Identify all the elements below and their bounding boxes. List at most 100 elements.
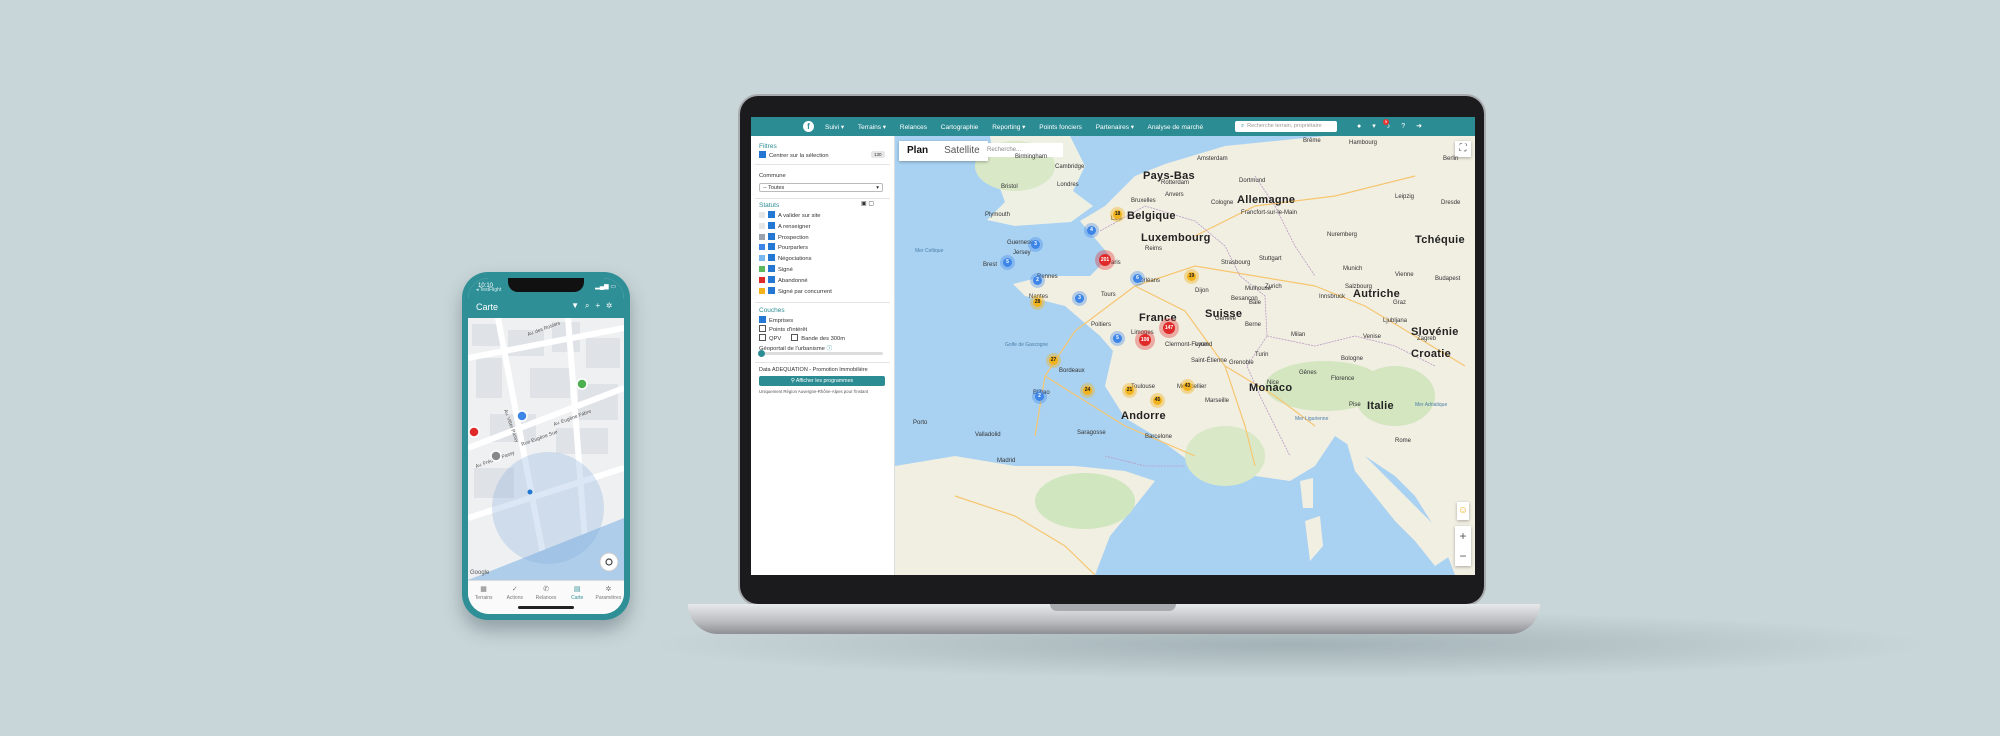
marker-blue	[516, 410, 528, 422]
country-label: Andorre	[1121, 410, 1166, 422]
status-item[interactable]: Négociations	[759, 254, 832, 265]
map-cluster[interactable]: 201	[1099, 254, 1111, 266]
status-item[interactable]: A renseigner	[759, 221, 832, 233]
qpv-row[interactable]: QPV Bande des 300m	[759, 334, 845, 342]
map-type-plan[interactable]: Plan	[899, 141, 936, 161]
centrer-checkbox-row[interactable]: Centrer sur la sélection	[759, 151, 829, 159]
phone-map[interactable]: Rue Eugène Sue Av. des Rosiers Av. Frédé…	[468, 318, 624, 580]
tab-parametres[interactable]: ✲ Paramètres	[593, 581, 624, 614]
checkbox[interactable]	[759, 325, 766, 332]
opacity-slider[interactable]	[758, 350, 883, 357]
menu-partenaires[interactable]: Partenaires ▾	[1096, 124, 1134, 131]
menu-relances[interactable]: Relances	[900, 124, 927, 131]
add-icon[interactable]: +	[596, 301, 607, 310]
couche-item[interactable]: Emprises	[759, 316, 793, 324]
city-label: Budapest	[1435, 276, 1461, 282]
city-label: Zagreb	[1417, 336, 1437, 342]
menu-suivi[interactable]: Suivi ▾	[825, 124, 844, 131]
checkbox[interactable]	[768, 254, 775, 262]
afficher-programmes-button[interactable]: ⚲ Afficher les programmes	[759, 376, 885, 386]
street-view-pegman-icon[interactable]: ☺	[1457, 502, 1469, 520]
map-cluster[interactable]: 108	[1139, 334, 1151, 346]
map-cluster[interactable]: 43	[1183, 382, 1192, 391]
divider	[755, 198, 890, 199]
statuts-toggle-icons[interactable]: ▣ ▢	[861, 200, 874, 207]
map-cluster[interactable]: 5	[1003, 258, 1012, 267]
slider-handle[interactable]	[758, 350, 765, 357]
city-label: Birmingham	[1015, 154, 1048, 160]
menu-terrains[interactable]: Terrains ▾	[858, 124, 886, 131]
checkbox[interactable]	[768, 232, 775, 240]
global-search-input[interactable]: ⌕ Recherche terrain, propriétaire	[1235, 121, 1337, 132]
grid-icon: ▦	[480, 586, 487, 593]
checkbox[interactable]	[759, 151, 766, 158]
menu-cartographie[interactable]: Cartographie	[941, 124, 979, 131]
map-cluster[interactable]: 3	[1031, 240, 1040, 249]
map-cluster[interactable]: 6	[1133, 274, 1142, 283]
map-cluster[interactable]: 27	[1049, 356, 1058, 365]
user-icon[interactable]: ●▾	[1357, 123, 1387, 130]
filter-icon[interactable]: ▼	[571, 301, 585, 310]
commune-select[interactable]: -- Toutes	[759, 183, 883, 193]
status-item[interactable]: Abandonné	[759, 275, 832, 287]
city-label: Dortmund	[1239, 178, 1266, 184]
menu-reporting[interactable]: Reporting ▾	[992, 124, 1025, 131]
map-view[interactable]: Plan Satellite Recherche... ⛶ ☺ + − Pays…	[895, 136, 1475, 575]
city-label: Ljubljana	[1383, 318, 1408, 324]
status-item[interactable]: A valider sur site	[759, 211, 832, 222]
map-cluster[interactable]: 5	[1113, 334, 1122, 343]
checkbox[interactable]	[759, 316, 766, 323]
checkbox[interactable]	[759, 334, 766, 341]
app-logo-icon[interactable]: f	[803, 121, 814, 132]
map-cluster[interactable]: 28	[1033, 298, 1042, 307]
phone-notch	[508, 278, 584, 292]
tab-actions[interactable]: ✓ Actions	[499, 581, 530, 614]
tab-relances[interactable]: ✆ Relances	[530, 581, 561, 614]
map-cluster[interactable]: 2	[1035, 392, 1044, 401]
map-cluster[interactable]: 24	[1083, 386, 1092, 395]
map-cluster[interactable]: 3	[1075, 294, 1084, 303]
map-cluster[interactable]: 19	[1187, 272, 1196, 281]
city-label: Florence	[1331, 376, 1355, 382]
checkbox[interactable]	[768, 243, 775, 251]
checkbox[interactable]	[768, 264, 775, 272]
bell-icon[interactable]: ♪	[1387, 123, 1402, 130]
tab-label: Paramètres	[595, 595, 622, 601]
map-cluster[interactable]: 45	[1153, 396, 1162, 405]
map-cluster[interactable]: 18	[1113, 210, 1122, 219]
country-label: Italie	[1367, 400, 1394, 412]
status-item[interactable]: Pourparlers	[759, 243, 832, 254]
search-icon[interactable]: ⌕	[585, 301, 595, 310]
menu-points-fonciers[interactable]: Points fonciers	[1039, 124, 1082, 131]
map-cluster[interactable]: 21	[1125, 386, 1134, 395]
status-item[interactable]: Signé	[759, 264, 832, 276]
back-link[interactable]: ◂ TestFlight	[476, 287, 501, 293]
map-cluster[interactable]: 147	[1163, 322, 1175, 334]
zoom-in-button[interactable]: +	[1455, 526, 1471, 546]
tab-carte[interactable]: ▤ Carte	[562, 581, 593, 614]
menu-analyse-marche[interactable]: Analyse de marché	[1147, 124, 1203, 131]
help-icon[interactable]: ?	[1401, 123, 1416, 130]
city-label: Pise	[1349, 402, 1361, 408]
checkbox[interactable]	[768, 211, 775, 218]
phone-device: 10:10 ▂▄▆ ▭ ◂ TestFlight Carte ▼⌕+✲ Rue …	[462, 272, 630, 620]
map-cluster[interactable]: 4	[1087, 226, 1096, 235]
checkbox[interactable]	[768, 275, 775, 283]
status-label: Pourparlers	[778, 245, 808, 252]
divider	[755, 302, 890, 303]
country-label: Croatie	[1411, 348, 1451, 360]
status-item[interactable]: Prospection	[759, 232, 832, 244]
zoom-out-button[interactable]: −	[1455, 546, 1471, 566]
status-item[interactable]: Signé par concurrent	[759, 286, 832, 298]
logout-icon[interactable]: ➜	[1416, 123, 1433, 130]
map-cluster[interactable]: 2	[1033, 276, 1042, 285]
gear-icon[interactable]: ✲	[606, 301, 618, 310]
checkbox[interactable]	[768, 221, 775, 229]
status-color-icon	[759, 212, 765, 218]
checkbox[interactable]	[768, 286, 775, 294]
checkbox[interactable]	[791, 334, 799, 341]
map-type-satellite[interactable]: Satellite	[936, 141, 988, 161]
couche-item[interactable]: Points d'intérêt	[759, 325, 807, 333]
fullscreen-icon[interactable]: ⛶	[1455, 141, 1471, 157]
tab-terrains[interactable]: ▦ Terrains	[468, 581, 499, 614]
